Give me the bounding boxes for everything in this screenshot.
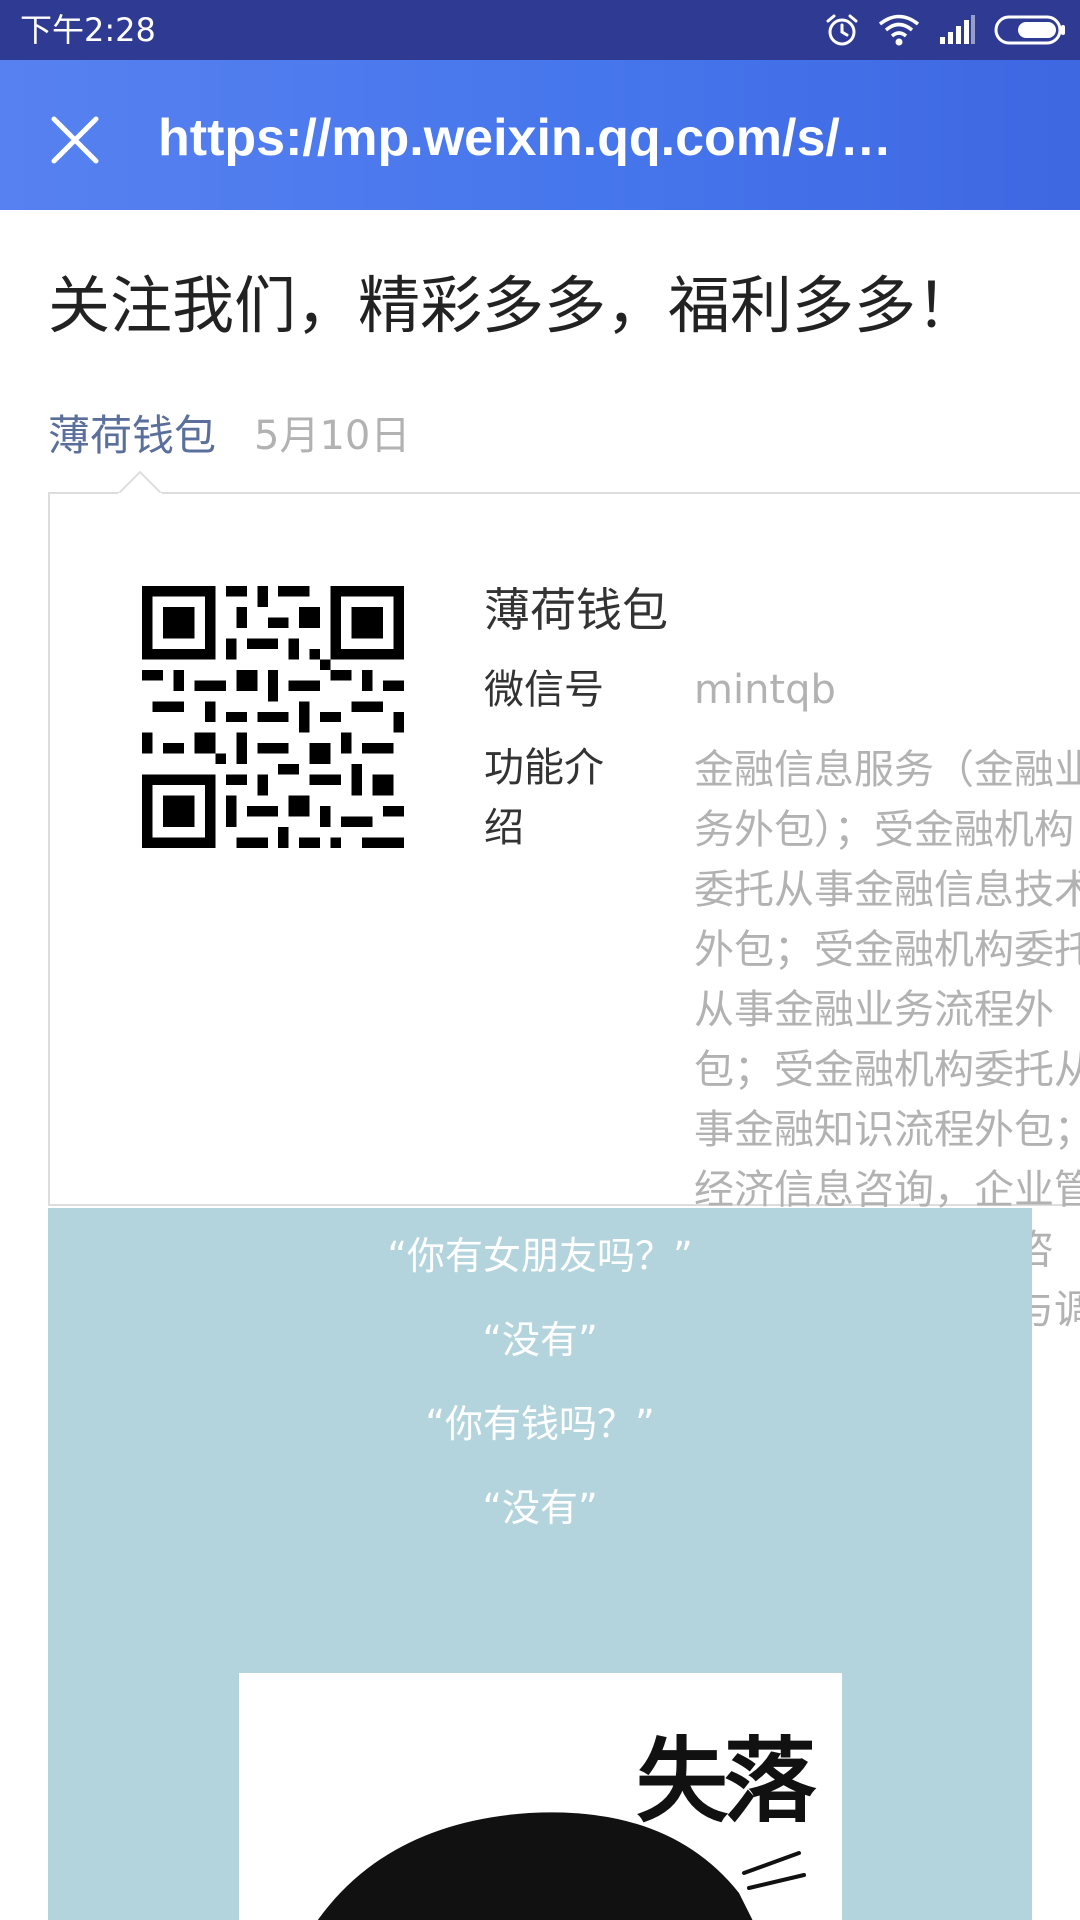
account-name-link[interactable]: 薄荷钱包 — [48, 402, 216, 463]
battery-icon — [994, 15, 1065, 45]
intro-label: 功能介绍 — [484, 745, 604, 851]
browser-header: https://mp.weixin.qq.com/s/K… — [0, 60, 1080, 210]
dialogue-line: “你有女朋友吗？” — [387, 1234, 693, 1278]
wechat-id-value: mintqb — [694, 667, 836, 713]
alarm-icon — [826, 14, 858, 46]
dialogue-line: “你有钱吗？” — [425, 1402, 655, 1446]
publish-date: 5月10日 — [254, 413, 411, 459]
dialogue-line: “没有” — [482, 1486, 598, 1530]
article-image[interactable]: 失落 — [239, 1673, 842, 1920]
signal-icon — [940, 15, 975, 44]
close-icon — [51, 116, 99, 164]
status-icons — [824, 10, 1066, 50]
page-url: https://mp.weixin.qq.com/s/K… — [158, 109, 918, 167]
card-account-name: 薄荷钱包 — [484, 583, 668, 637]
close-button[interactable] — [40, 105, 110, 175]
wechat-id-label: 微信号 — [484, 667, 604, 713]
card-pointer — [118, 470, 162, 499]
image-caption: 失落 — [635, 1727, 816, 1835]
dialogue-line: “没有” — [482, 1318, 598, 1362]
article-meta: 薄荷钱包 5月10日 — [48, 402, 410, 462]
status-bar: 下午2:28 — [0, 0, 1080, 60]
article-title: 关注我们，精彩多多，福利多多！ — [48, 269, 979, 342]
qr-code — [142, 586, 404, 848]
article-content: “你有女朋友吗？” “没有” “你有钱吗？” “没有” 失落 — [48, 1208, 1032, 1920]
status-time: 下午2:28 — [20, 11, 156, 49]
wifi-icon — [878, 14, 920, 46]
